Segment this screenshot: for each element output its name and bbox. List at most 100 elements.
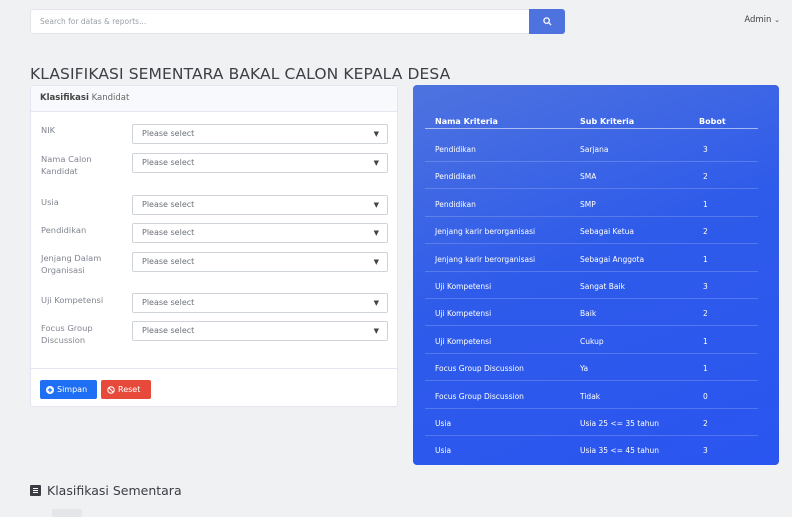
- cell-bobot: 1: [703, 254, 708, 264]
- column-header-bobot: Bobot: [699, 117, 726, 126]
- cell-bobot: 2: [703, 419, 708, 428]
- topbar: Admin ⌄: [0, 0, 792, 43]
- cell-bobot: 3: [703, 446, 708, 456]
- page-title: KLASIFIKASI SEMENTARA BAKAL CALON KEPALA…: [30, 65, 451, 83]
- pendidikan-select[interactable]: Please select ▼: [132, 223, 388, 243]
- select-value: Please select: [142, 257, 195, 266]
- column-header-sub-kriteria: Sub Kriteria: [580, 117, 635, 126]
- user-name: Admin: [744, 15, 772, 25]
- reset-button-label: Reset: [118, 385, 141, 394]
- cell-nama-kriteria: Pendidikan: [435, 199, 476, 209]
- row-divider: [425, 325, 758, 327]
- cell-bobot: 2: [703, 309, 708, 319]
- select-value: Please select: [142, 129, 195, 138]
- card-header-text: Kandidat: [88, 93, 130, 103]
- row-divider: [425, 352, 758, 354]
- cell-bobot: 1: [703, 364, 708, 374]
- select-value: Please select: [142, 326, 195, 335]
- criteria-panel: Nama Kriteria Sub Kriteria Bobot Pendidi…: [413, 85, 779, 465]
- select-value: Please select: [142, 200, 195, 209]
- column-header-nama-kriteria: Nama Kriteria: [435, 117, 498, 126]
- jenjang-select[interactable]: Please select ▼: [132, 252, 388, 272]
- cell-nama-kriteria: Usia: [435, 419, 452, 428]
- label-nik: NIK: [41, 125, 56, 135]
- chevron-down-icon: ⌄: [774, 16, 780, 24]
- divider: [31, 368, 397, 369]
- cell-nama-kriteria: Uji Kompetensi: [435, 309, 492, 319]
- label-fgd: Focus Group Discussion: [41, 323, 93, 345]
- cell-sub-kriteria: Sarjana: [580, 145, 609, 154]
- uji-kompetensi-select[interactable]: Please select ▼: [132, 293, 388, 313]
- cell-sub-kriteria: Sangat Baik: [580, 282, 625, 291]
- cell-nama-kriteria: Uji Kompetensi: [435, 282, 492, 291]
- cell-nama-kriteria: Jenjang karir berorganisasi: [435, 254, 536, 264]
- search-button[interactable]: [529, 9, 565, 34]
- row-divider: [425, 243, 758, 245]
- row-divider: [425, 270, 758, 272]
- cell-bobot: 3: [703, 145, 708, 154]
- search-box: [30, 9, 565, 34]
- save-button-label: Simpan: [57, 385, 88, 394]
- cell-sub-kriteria: Usia 25 <= 35 tahun: [580, 419, 660, 428]
- dropdown-arrow-icon: ▼: [373, 258, 379, 266]
- ban-icon: [107, 385, 115, 394]
- cell-sub-kriteria: Sebagai Ketua: [580, 227, 635, 237]
- cell-bobot: 1: [703, 199, 708, 209]
- card-header: Klasifikasi Kandidat: [31, 86, 397, 112]
- row-divider: [425, 215, 758, 217]
- classification-form-card: Klasifikasi Kandidat NIK Please select ▼…: [30, 85, 398, 407]
- cell-nama-kriteria: Focus Group Discussion: [435, 391, 524, 401]
- cell-sub-kriteria: SMP: [580, 199, 596, 209]
- label-usia: Usia: [41, 197, 59, 207]
- row-divider: [425, 435, 758, 436]
- select-value: Please select: [142, 228, 195, 237]
- cell-bobot: 2: [703, 172, 708, 182]
- nama-calon-select[interactable]: Please select ▼: [132, 153, 388, 173]
- label-jenjang: Jenjang Dalam Organisasi: [41, 253, 102, 275]
- fgd-select[interactable]: Please select ▼: [132, 321, 388, 341]
- cell-nama-kriteria: Jenjang karir berorganisasi: [435, 227, 536, 237]
- label-pendidikan: Pendidikan: [41, 225, 87, 235]
- row-divider: [425, 161, 758, 162]
- plus-circle-icon: [46, 385, 54, 394]
- search-icon: [542, 17, 552, 26]
- dropdown-arrow-icon: ▼: [373, 229, 379, 237]
- row-divider: [425, 298, 758, 299]
- search-input[interactable]: [31, 10, 528, 33]
- section-title: Klasifikasi Sementara: [30, 483, 182, 498]
- select-value: Please select: [142, 158, 195, 167]
- cell-sub-kriteria: Ya: [580, 364, 589, 374]
- cell-sub-kriteria: Tidak: [580, 391, 601, 401]
- nik-select[interactable]: Please select ▼: [132, 124, 388, 144]
- cell-bobot: 3: [703, 282, 708, 291]
- cell-bobot: 1: [703, 336, 708, 346]
- cell-bobot: 2: [703, 227, 708, 237]
- cell-nama-kriteria: Focus Group Discussion: [435, 364, 524, 374]
- partial-element: [52, 509, 82, 517]
- cell-sub-kriteria: Usia 35 <= 45 tahun: [580, 446, 660, 456]
- list-icon: [30, 485, 41, 496]
- select-value: Please select: [142, 298, 195, 307]
- dropdown-arrow-icon: ▼: [373, 130, 379, 138]
- row-divider: [425, 380, 758, 382]
- dropdown-arrow-icon: ▼: [373, 327, 379, 335]
- user-menu[interactable]: Admin ⌄: [744, 15, 780, 25]
- cell-bobot: 0: [703, 391, 708, 401]
- row-divider: [425, 188, 758, 190]
- cell-sub-kriteria: Baik: [580, 309, 597, 319]
- dropdown-arrow-icon: ▼: [373, 159, 379, 167]
- cell-sub-kriteria: Cukup: [580, 336, 604, 346]
- save-button[interactable]: Simpan: [40, 380, 97, 399]
- label-nama-calon: Nama Calon Kandidat: [41, 154, 92, 176]
- cell-nama-kriteria: Usia: [435, 446, 452, 456]
- cell-nama-kriteria: Uji Kompetensi: [435, 336, 492, 346]
- dropdown-arrow-icon: ▼: [373, 201, 379, 209]
- reset-button[interactable]: Reset: [101, 380, 151, 399]
- cell-nama-kriteria: Pendidikan: [435, 172, 476, 182]
- row-divider: [425, 407, 758, 409]
- label-uji-kompetensi: Uji Kompetensi: [41, 295, 104, 305]
- section-title-text: Klasifikasi Sementara: [47, 483, 182, 498]
- usia-select[interactable]: Please select ▼: [132, 195, 388, 215]
- dropdown-arrow-icon: ▼: [373, 299, 379, 307]
- cell-nama-kriteria: Pendidikan: [435, 145, 476, 154]
